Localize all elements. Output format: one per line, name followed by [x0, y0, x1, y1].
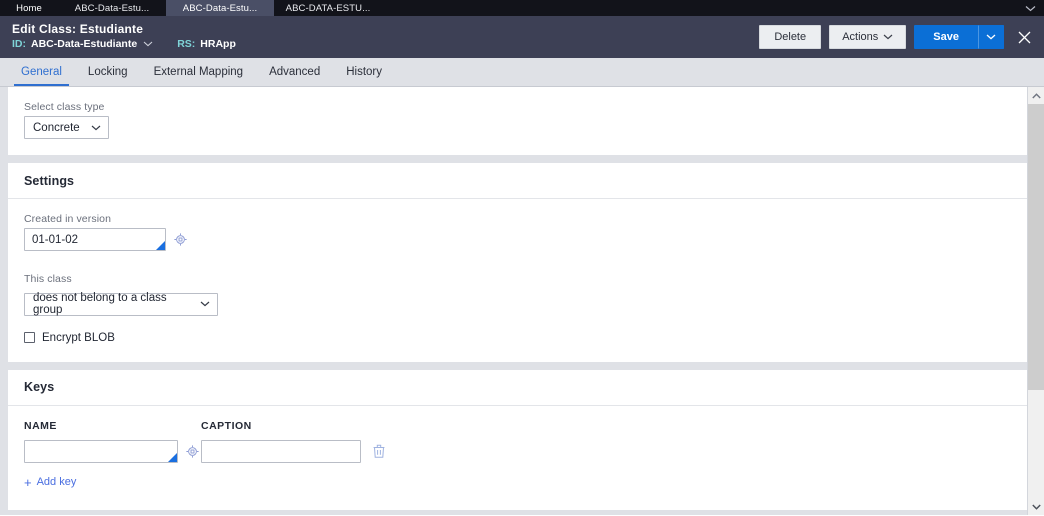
created-in-version-input[interactable] — [24, 228, 166, 251]
page-header: Edit Class: Estudiante ID: ABC-Data-Estu… — [0, 16, 1044, 58]
actions-button[interactable]: Actions — [829, 25, 907, 49]
tab-external-mapping[interactable]: External Mapping — [141, 58, 257, 86]
header-actions: Delete Actions Save — [759, 25, 1034, 49]
header-identity: Edit Class: Estudiante ID: ABC-Data-Estu… — [12, 23, 236, 51]
keys-column-name: NAME — [24, 420, 201, 463]
app-tab-label: ABC-DATA-ESTU... — [285, 2, 371, 14]
chevron-down-icon — [200, 299, 210, 309]
page-title: Edit Class: Estudiante — [12, 22, 144, 36]
tab-advanced[interactable]: Advanced — [256, 58, 333, 86]
app-tab-3[interactable]: ABC-DATA-ESTU... — [274, 0, 382, 16]
form-content: Select class type Concrete Settings Crea… — [0, 87, 1027, 515]
app-tab-1[interactable]: ABC-Data-Estu... — [58, 0, 166, 16]
header-meta: ID: ABC-Data-Estudiante RS: HRApp — [12, 38, 236, 51]
app-tab-label: ABC-Data-Estu... — [74, 2, 150, 14]
vertical-scrollbar[interactable] — [1027, 87, 1044, 515]
rs-label: RS: — [177, 38, 196, 50]
encrypt-blob-row[interactable]: Encrypt BLOB — [24, 332, 1011, 344]
id-label: ID: — [12, 38, 26, 50]
save-button[interactable]: Save — [914, 25, 978, 49]
rs-value: HRApp — [200, 38, 236, 50]
delete-button[interactable]: Delete — [759, 25, 822, 49]
keys-column-caption: CAPTION — [201, 420, 361, 463]
created-in-version-label: Created in version — [24, 213, 112, 225]
scrollbar-thumb[interactable] — [1028, 104, 1044, 390]
this-class-label: This class — [24, 273, 72, 285]
keys-table: NAME CAPTION — [24, 420, 1011, 463]
save-dropdown-button[interactable] — [978, 25, 1004, 49]
created-in-version-input-wrap — [24, 228, 166, 251]
close-icon[interactable] — [1014, 26, 1034, 48]
tab-overflow-chevron-down-icon[interactable] — [1025, 0, 1036, 16]
browser-tab-strip: Home ABC-Data-Estu... ABC-Data-Estu... A… — [0, 0, 1044, 16]
section-tabs: General Locking External Mapping Advance… — [0, 58, 1044, 87]
table-row — [24, 439, 201, 463]
key-name-input-wrap — [24, 439, 178, 463]
column-header-caption: CAPTION — [201, 419, 252, 432]
scroll-up-button[interactable] — [1028, 87, 1044, 104]
key-name-input[interactable] — [24, 439, 178, 463]
chevron-down-icon — [883, 33, 893, 42]
class-group-value: does not belong to a class group — [33, 292, 167, 316]
id-value: ABC-Data-Estudiante — [31, 38, 138, 50]
app-tab-label: Home — [16, 2, 42, 14]
chevron-down-icon — [91, 123, 101, 133]
settings-panel-title: Settings — [8, 163, 1027, 199]
crosshair-icon[interactable] — [172, 228, 188, 251]
tab-general[interactable]: General — [8, 58, 75, 86]
tab-label: History — [346, 66, 382, 78]
encrypt-blob-checkbox[interactable] — [24, 332, 35, 343]
keys-panel-body: NAME CAPTION + Add key — [8, 406, 1027, 510]
scrollbar-track[interactable] — [1028, 104, 1044, 498]
save-button-label: Save — [933, 31, 959, 43]
keys-panel: Keys NAME CAPTION + Add key — [8, 369, 1027, 510]
id-chevron-down-icon[interactable] — [143, 38, 153, 51]
column-header-name: NAME — [24, 419, 57, 432]
settings-panel-body: Created in version Thi — [8, 199, 1027, 362]
tab-label: Locking — [87, 66, 128, 78]
actions-button-label: Actions — [842, 31, 879, 43]
settings-panel: Settings Created in version 01-01-02 Thi… — [8, 163, 1027, 362]
app-tab-label: ABC-Data-Estu... — [182, 2, 258, 14]
class-type-panel: Select class type Concrete — [8, 87, 1027, 155]
app-tab-home[interactable]: Home — [0, 0, 58, 16]
crosshair-icon[interactable] — [184, 440, 200, 463]
tab-label: General — [21, 66, 62, 78]
add-key-label: Add key — [36, 476, 77, 488]
plus-icon: + — [24, 474, 32, 490]
page-body: Select class type Concrete Settings Crea… — [0, 87, 1044, 515]
app-tab-2-active[interactable]: ABC-Data-Estu... — [166, 0, 274, 16]
save-button-group: Save — [914, 25, 1004, 49]
tab-label: External Mapping — [153, 66, 244, 78]
field-spacer — [24, 251, 1011, 273]
key-caption-input[interactable] — [201, 439, 361, 463]
encrypt-blob-label: Encrypt BLOB — [42, 331, 115, 344]
class-type-label: Select class type — [24, 101, 105, 113]
trash-icon[interactable] — [371, 440, 387, 463]
scroll-down-button[interactable] — [1028, 498, 1044, 515]
class-type-value: Concrete — [33, 121, 80, 134]
tab-history[interactable]: History — [333, 58, 395, 86]
chevron-down-icon — [986, 32, 996, 42]
keys-panel-title: Keys — [8, 370, 1027, 406]
created-in-version-row — [24, 228, 1011, 251]
tab-label: Advanced — [269, 66, 321, 78]
delete-button-label: Delete — [774, 31, 807, 43]
class-type-select[interactable]: Concrete — [24, 116, 109, 139]
add-key-button[interactable]: + Add key — [24, 476, 76, 489]
class-group-select[interactable]: does not belong to a class group — [24, 292, 218, 316]
tab-locking[interactable]: Locking — [75, 58, 141, 86]
